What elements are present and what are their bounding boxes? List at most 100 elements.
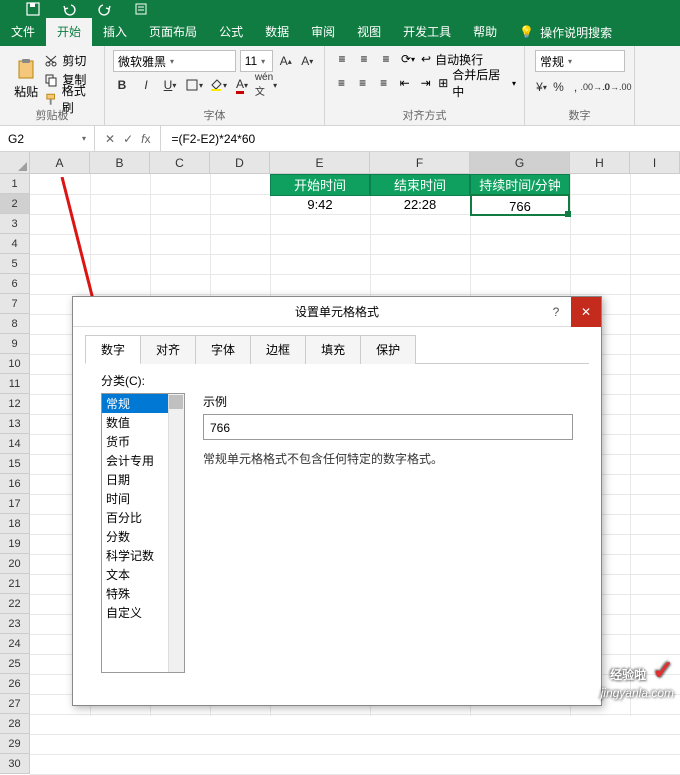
row-header-27[interactable]: 27	[0, 694, 30, 714]
menu-formula[interactable]: 公式	[208, 18, 254, 46]
fx-button[interactable]: fx	[141, 132, 150, 146]
align-top-button[interactable]: ≡	[333, 51, 351, 67]
align-right-button[interactable]: ≡	[375, 75, 392, 91]
font-size-dropdown[interactable]: 11▾	[240, 50, 273, 72]
align-bottom-button[interactable]: ≡	[377, 51, 395, 67]
cell-G2[interactable]: 766	[470, 194, 570, 216]
cell-E1[interactable]: 开始时间	[270, 174, 370, 196]
customize-icon[interactable]	[133, 1, 149, 17]
row-header-3[interactable]: 3	[0, 214, 30, 234]
format-painter-button[interactable]: 格式刷	[44, 90, 96, 107]
row-header-19[interactable]: 19	[0, 534, 30, 554]
row-header-12[interactable]: 12	[0, 394, 30, 414]
underline-button[interactable]: U▾	[161, 76, 179, 94]
row-header-21[interactable]: 21	[0, 574, 30, 594]
row-header-8[interactable]: 8	[0, 314, 30, 334]
row-header-14[interactable]: 14	[0, 434, 30, 454]
fill-handle[interactable]	[565, 211, 571, 217]
row-header-6[interactable]: 6	[0, 274, 30, 294]
font-color-button[interactable]: A▾	[233, 76, 251, 94]
indent-decrease-button[interactable]: ⇤	[396, 75, 413, 91]
row-header-7[interactable]: 7	[0, 294, 30, 314]
merge-button[interactable]: ⊞合并后居中▾	[438, 74, 516, 92]
save-icon[interactable]	[25, 1, 41, 17]
number-format-dropdown[interactable]: 常规▾	[535, 50, 625, 72]
menu-search[interactable]: 💡 操作说明搜索	[508, 24, 623, 41]
currency-button[interactable]: ¥▾	[535, 78, 548, 96]
col-header-A[interactable]: A	[30, 152, 90, 174]
fill-color-button[interactable]: ▾	[209, 76, 227, 94]
name-box[interactable]: G2▾	[0, 126, 95, 152]
row-header-15[interactable]: 15	[0, 454, 30, 474]
dialog-tab-4[interactable]: 填充	[305, 335, 361, 364]
menu-view[interactable]: 视图	[346, 18, 392, 46]
cell-G1[interactable]: 持续时间/分钟	[470, 174, 570, 196]
align-center-button[interactable]: ≡	[354, 75, 371, 91]
scroll-thumb[interactable]	[169, 395, 183, 409]
menu-insert[interactable]: 插入	[92, 18, 138, 46]
menu-layout[interactable]: 页面布局	[138, 18, 208, 46]
select-all-corner[interactable]	[0, 152, 30, 174]
menu-home[interactable]: 开始	[46, 18, 92, 46]
cell-F2[interactable]: 22:28	[370, 194, 470, 216]
cell-F1[interactable]: 结束时间	[370, 174, 470, 196]
row-header-11[interactable]: 11	[0, 374, 30, 394]
dialog-tab-5[interactable]: 保护	[360, 335, 416, 364]
cell-E2[interactable]: 9:42	[270, 194, 370, 216]
col-header-F[interactable]: F	[370, 152, 470, 174]
row-header-16[interactable]: 16	[0, 474, 30, 494]
row-header-10[interactable]: 10	[0, 354, 30, 374]
col-header-D[interactable]: D	[210, 152, 270, 174]
row-header-25[interactable]: 25	[0, 654, 30, 674]
increase-font-button[interactable]: A▴	[277, 52, 294, 70]
paste-button[interactable]: 粘贴	[8, 50, 44, 106]
dialog-close-button[interactable]: ✕	[571, 297, 601, 327]
row-header-23[interactable]: 23	[0, 614, 30, 634]
row-header-2[interactable]: 2	[0, 194, 30, 214]
row-header-30[interactable]: 30	[0, 754, 30, 774]
align-middle-button[interactable]: ≡	[355, 51, 373, 67]
orientation-button[interactable]: ⟳▾	[399, 51, 417, 67]
col-header-B[interactable]: B	[90, 152, 150, 174]
col-header-E[interactable]: E	[270, 152, 370, 174]
menu-file[interactable]: 文件	[0, 18, 46, 46]
menu-data[interactable]: 数据	[254, 18, 300, 46]
italic-button[interactable]: I	[137, 76, 155, 94]
align-left-button[interactable]: ≡	[333, 75, 350, 91]
row-header-18[interactable]: 18	[0, 514, 30, 534]
dialog-help-button[interactable]: ?	[541, 297, 571, 327]
col-header-H[interactable]: H	[570, 152, 630, 174]
col-header-G[interactable]: G	[470, 152, 570, 174]
col-header-C[interactable]: C	[150, 152, 210, 174]
dialog-tab-3[interactable]: 边框	[250, 335, 306, 364]
col-header-I[interactable]: I	[630, 152, 680, 174]
cut-button[interactable]: 剪切	[44, 52, 96, 69]
row-header-4[interactable]: 4	[0, 234, 30, 254]
menu-dev[interactable]: 开发工具	[392, 18, 462, 46]
row-header-29[interactable]: 29	[0, 734, 30, 754]
bold-button[interactable]: B	[113, 76, 131, 94]
dialog-tab-0[interactable]: 数字	[85, 335, 141, 364]
indent-increase-button[interactable]: ⇥	[417, 75, 434, 91]
row-header-26[interactable]: 26	[0, 674, 30, 694]
row-header-24[interactable]: 24	[0, 634, 30, 654]
row-header-1[interactable]: 1	[0, 174, 30, 194]
menu-help[interactable]: 帮助	[462, 18, 508, 46]
dialog-tab-2[interactable]: 字体	[195, 335, 251, 364]
row-header-17[interactable]: 17	[0, 494, 30, 514]
row-header-5[interactable]: 5	[0, 254, 30, 274]
menu-review[interactable]: 审阅	[300, 18, 346, 46]
decrease-font-button[interactable]: A▾	[299, 52, 316, 70]
border-button[interactable]: ▾	[185, 76, 203, 94]
scrollbar[interactable]	[168, 394, 184, 672]
category-list[interactable]: 常规数值货币会计专用日期时间百分比分数科学记数文本特殊自定义	[101, 393, 185, 673]
row-header-22[interactable]: 22	[0, 594, 30, 614]
formula-bar[interactable]: =(F2-E2)*24*60	[161, 132, 680, 146]
font-name-dropdown[interactable]: 微软雅黑▾	[113, 50, 236, 72]
phonetic-button[interactable]: wén文▾	[257, 76, 275, 94]
dialog-tab-1[interactable]: 对齐	[140, 335, 196, 364]
row-header-13[interactable]: 13	[0, 414, 30, 434]
undo-icon[interactable]	[61, 1, 77, 17]
row-header-9[interactable]: 9	[0, 334, 30, 354]
redo-icon[interactable]	[97, 1, 113, 17]
